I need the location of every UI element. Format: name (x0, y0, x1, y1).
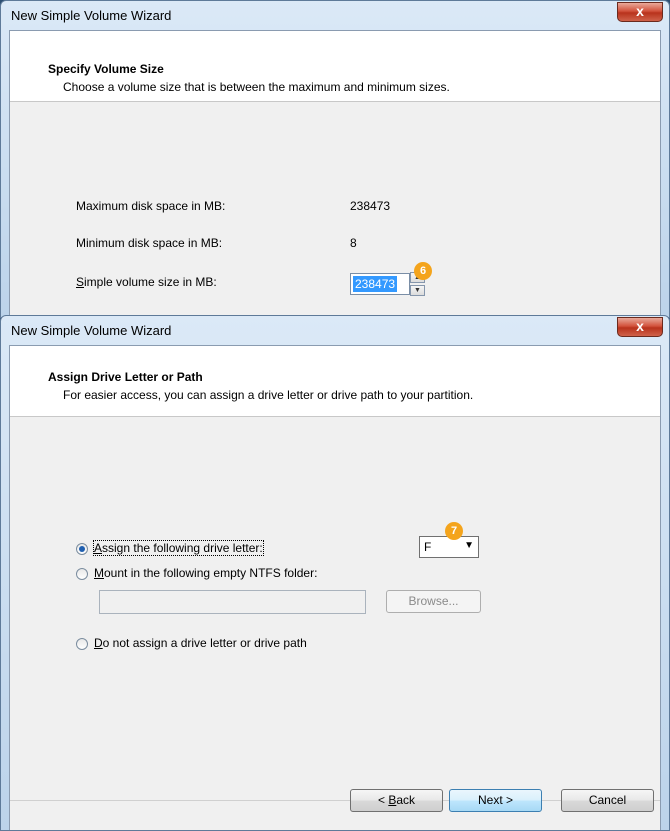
max-disk-space-label: Maximum disk space in MB: (76, 199, 226, 213)
close-button[interactable]: x (617, 2, 663, 22)
mount-ntfs-folder-label[interactable]: Mount in the following empty NTFS folder… (94, 566, 317, 580)
wizard-client-area: Assign Drive Letter or Path For easier a… (9, 345, 661, 830)
min-disk-space-label: Minimum disk space in MB: (76, 236, 223, 250)
drive-letter-value: F (424, 540, 432, 554)
spin-down-arrow-icon[interactable]: ▼ (410, 285, 425, 296)
wizard-window-volume-size: New Simple Volume Wizard x Specify Volum… (0, 0, 670, 318)
radio-assign-drive-letter[interactable] (76, 543, 88, 555)
dropdown-arrow-icon: ▼ (464, 540, 474, 551)
max-disk-space-value: 238473 (350, 199, 391, 213)
wizard-header: Specify Volume Size Choose a volume size… (10, 31, 660, 102)
wizard-window-drive-letter: New Simple Volume Wizard x Assign Drive … (0, 315, 670, 831)
close-button[interactable]: x (617, 317, 663, 337)
volume-size-label: Simple volume size in MB: (76, 275, 217, 289)
volume-size-input[interactable]: 238473 (350, 273, 410, 295)
radio-mount-ntfs-folder[interactable] (76, 568, 88, 580)
step-badge: 7 (445, 522, 463, 540)
step-badge: 6 (414, 262, 432, 280)
window-title: New Simple Volume Wizard (11, 8, 172, 23)
wizard-client-area: Specify Volume Size Choose a volume size… (9, 30, 661, 317)
min-disk-space-value: 8 (350, 236, 357, 250)
drive-letter-dropdown[interactable]: F ▼ (419, 536, 479, 558)
title-bar[interactable]: New Simple Volume Wizard x (1, 1, 669, 29)
wizard-header: Assign Drive Letter or Path For easier a… (10, 346, 660, 417)
browse-button[interactable]: Browse... (386, 590, 481, 613)
assign-drive-letter-label[interactable]: Assign the following drive letter: (93, 540, 264, 556)
next-button[interactable]: Next > (449, 789, 542, 812)
no-drive-letter-label[interactable]: Do not assign a drive letter or drive pa… (94, 636, 307, 650)
back-button[interactable]: < Back (350, 789, 443, 812)
window-title: New Simple Volume Wizard (11, 323, 172, 338)
folder-path-input[interactable] (99, 590, 366, 614)
page-title: Specify Volume Size (48, 62, 164, 76)
page-title: Assign Drive Letter or Path (48, 370, 203, 384)
radio-no-drive-letter[interactable] (76, 638, 88, 650)
page-subtitle: Choose a volume size that is between the… (63, 80, 450, 94)
page-subtitle: For easier access, you can assign a driv… (63, 388, 474, 402)
cancel-button[interactable]: Cancel (561, 789, 654, 812)
title-bar[interactable]: New Simple Volume Wizard x (1, 316, 669, 344)
